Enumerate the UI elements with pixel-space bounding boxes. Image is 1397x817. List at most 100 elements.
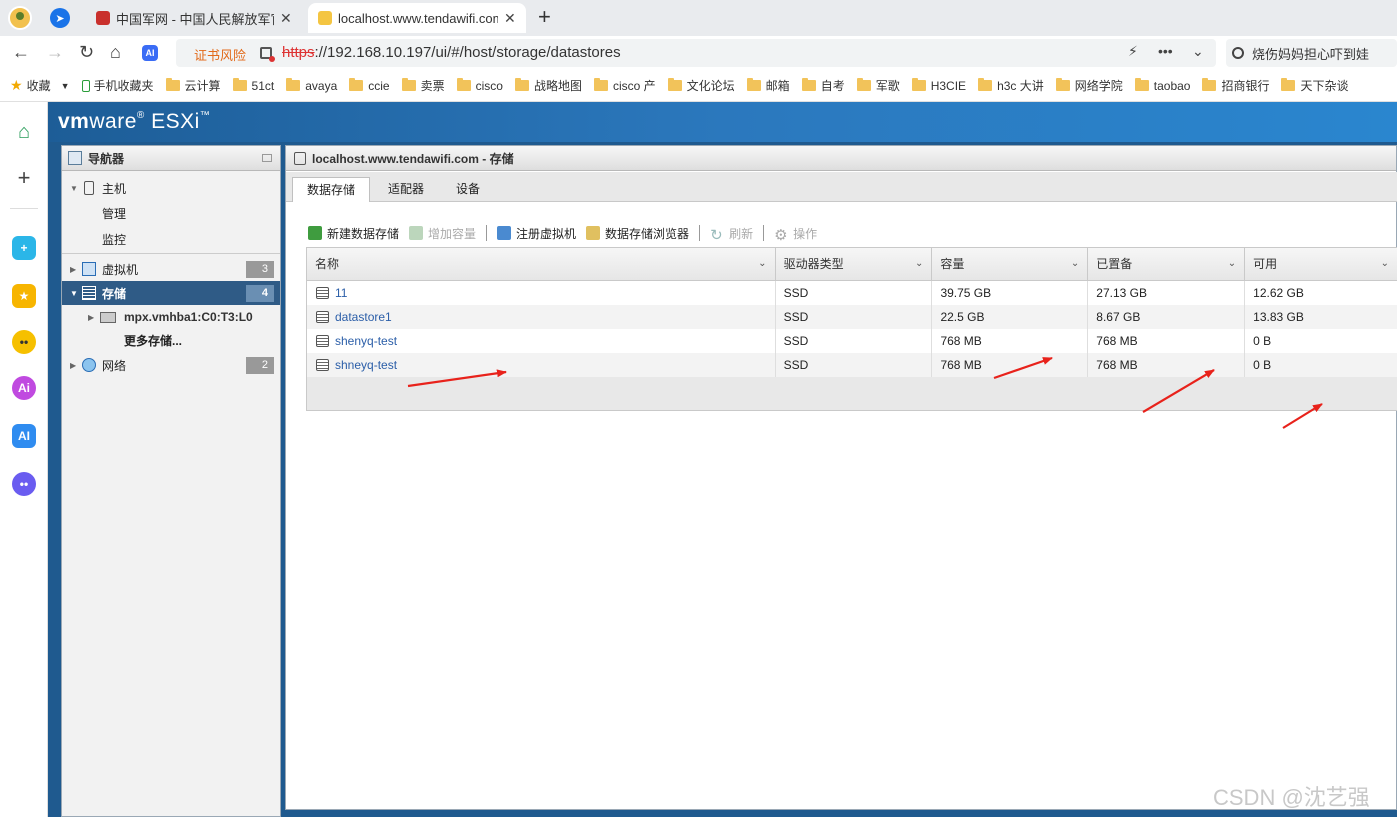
dropdown-icon[interactable]: ▼: [61, 81, 70, 91]
increase-capacity-button[interactable]: 增加容量: [409, 225, 476, 242]
bookmark-folder[interactable]: 云计算: [165, 77, 221, 94]
plus-icon[interactable]: +: [12, 165, 36, 190]
datastore-name[interactable]: 11: [307, 281, 776, 305]
expanded-arrow-icon[interactable]: ▼: [70, 184, 78, 193]
column-header-drive-type[interactable]: 驱动器类型 ⌄: [776, 248, 933, 281]
forward-button[interactable]: →: [46, 42, 64, 63]
chevron-down-icon[interactable]: ⌄: [1381, 248, 1389, 280]
register-vm-button[interactable]: 注册虚拟机: [497, 225, 576, 242]
app-star-icon[interactable]: ★: [12, 284, 36, 308]
main-panel-header: localhost.www.tendawifi.com - 存储: [286, 146, 1396, 171]
url-text[interactable]: https://192.168.10.197/ui/#/host/storage…: [282, 44, 621, 61]
nav-storage[interactable]: ▼ 存储 4: [62, 281, 280, 305]
bookmark-folder[interactable]: H3CIE: [911, 78, 966, 93]
nav-vms[interactable]: ▶ 虚拟机 3: [62, 257, 280, 281]
nav-item-label: 更多存储...: [124, 333, 183, 348]
column-header-name[interactable]: 名称 ⌄: [307, 248, 776, 281]
new-datastore-button[interactable]: 新建数据存储: [308, 225, 399, 242]
chevron-down-icon[interactable]: ⌄: [915, 248, 923, 280]
browser-tab-chinamil[interactable]: 中国军网 - 中国人民解放军官 ✕: [86, 3, 308, 33]
close-tab-icon[interactable]: ✕: [280, 10, 292, 27]
reload-button[interactable]: ↻: [79, 42, 94, 63]
actions-button[interactable]: ⚙ 操作: [774, 225, 817, 245]
search-input[interactable]: 烧伤妈妈担心吓到娃: [1226, 39, 1397, 67]
collapsed-arrow-icon[interactable]: ▶: [70, 265, 76, 274]
table-row[interactable]: 11 SSD 39.75 GB 27.13 GB 12.62 GB: [307, 281, 1397, 305]
home-button[interactable]: ⌂: [110, 42, 121, 63]
new-tab-button[interactable]: +: [538, 4, 551, 30]
user-avatar-icon[interactable]: [8, 6, 32, 30]
new-datastore-icon: [308, 226, 322, 240]
tab-devices[interactable]: 设备: [442, 177, 494, 202]
home-icon[interactable]: ⌂: [12, 120, 36, 144]
bookmark-folder[interactable]: 邮箱: [746, 77, 790, 94]
back-button[interactable]: ←: [12, 42, 30, 63]
bookmark-folder[interactable]: ccie: [349, 78, 390, 93]
bookmark-folder[interactable]: 文化论坛: [667, 77, 735, 94]
table-row[interactable]: shenyq-test SSD 768 MB 768 MB 0 B: [307, 329, 1397, 353]
chevron-down-icon[interactable]: ⌄: [758, 248, 766, 280]
bookmark-folder[interactable]: 天下杂谈: [1281, 77, 1349, 94]
datastore-icon: [316, 287, 329, 299]
bookmark-folder[interactable]: 战略地图: [514, 77, 582, 94]
nav-network[interactable]: ▶ 网络 2: [62, 353, 280, 377]
chevron-down-icon[interactable]: ⌄: [1192, 43, 1204, 60]
bookmark-folder[interactable]: taobao: [1134, 78, 1190, 93]
bookmarks-bar: ★ 收藏 ▼ 手机收藏夹 云计算 51ct avaya ccie 卖票 cisco …: [0, 70, 1397, 102]
collapsed-arrow-icon[interactable]: ▶: [88, 313, 94, 322]
refresh-button[interactable]: ↻ 刷新: [710, 225, 753, 245]
nav-storage-device[interactable]: ▶ mpx.vmhba1:C0:T3:L0: [62, 305, 280, 329]
nav-host-manage[interactable]: 管理: [62, 201, 280, 225]
column-header-provisioned[interactable]: 已置备 ⌄: [1088, 248, 1246, 281]
tab-adapters[interactable]: 适配器: [374, 177, 438, 202]
url-field[interactable]: 证书风险 https://192.168.10.197/ui/#/host/st…: [176, 39, 1216, 67]
nav-host[interactable]: ▼ 主机: [62, 175, 280, 201]
datastore-name[interactable]: datastore1: [307, 305, 776, 329]
bookmark-folder[interactable]: 招商银行: [1202, 77, 1269, 94]
insecure-lock-icon[interactable]: [260, 47, 275, 62]
datastore-name[interactable]: shneyq-test: [307, 353, 776, 377]
table-row[interactable]: shneyq-test SSD 768 MB 768 MB 0 B: [307, 353, 1397, 377]
bookmark-folder[interactable]: 卖票: [401, 77, 445, 94]
bookmark-folder[interactable]: 自考: [801, 77, 845, 94]
app-bot-icon[interactable]: ••: [12, 472, 36, 496]
app-chat-icon[interactable]: ••: [12, 330, 36, 354]
column-label: 容量: [940, 257, 965, 271]
collapsed-arrow-icon[interactable]: ▶: [70, 361, 76, 370]
more-icon[interactable]: •••: [1158, 43, 1173, 59]
column-header-free[interactable]: 可用 ⌄: [1245, 248, 1397, 281]
bookmark-folder[interactable]: 51ct: [232, 78, 274, 93]
datastore-name[interactable]: shenyq-test: [307, 329, 776, 353]
bookmark-folder[interactable]: cisco: [456, 78, 503, 93]
datastore-browser-button[interactable]: 数据存储浏览器: [586, 225, 689, 242]
chevron-down-icon[interactable]: ⌄: [1071, 248, 1079, 280]
bookmark-favorites[interactable]: ★ 收藏 ▼: [10, 77, 70, 94]
close-tab-icon[interactable]: ✕: [504, 10, 516, 27]
bookmark-folder[interactable]: h3c 大讲: [978, 77, 1044, 94]
app-ai-icon[interactable]: Ai: [12, 376, 36, 400]
bolt-icon[interactable]: ⚡: [1128, 43, 1138, 60]
folder-icon: [1055, 78, 1070, 91]
table-row[interactable]: datastore1 SSD 22.5 GB 8.67 GB 13.83 GB: [307, 305, 1397, 329]
bookmark-folder[interactable]: 军歌: [856, 77, 900, 94]
ai-extension-icon[interactable]: AI: [142, 45, 158, 61]
nav-host-monitor[interactable]: 监控: [62, 225, 280, 253]
app-translate-icon[interactable]: +: [12, 236, 36, 260]
tab-datastores[interactable]: 数据存储: [292, 177, 371, 202]
chevron-down-icon[interactable]: ⌄: [1228, 248, 1236, 280]
browser-tab-esxi[interactable]: localhost.www.tendawifi.com ✕: [308, 3, 526, 33]
bookmark-mobile[interactable]: 手机收藏夹: [81, 77, 154, 94]
expanded-arrow-icon[interactable]: ▼: [70, 289, 78, 298]
send-icon[interactable]: ➤: [50, 8, 70, 28]
bookmark-folder[interactable]: avaya: [286, 78, 337, 93]
bookmark-label: 文化论坛: [686, 79, 735, 93]
nav-more-storage[interactable]: 更多存储...: [62, 329, 280, 351]
folder-icon: [978, 78, 993, 91]
bookmark-folder[interactable]: cisco 产: [593, 77, 656, 94]
refresh-icon: ↻: [710, 227, 723, 244]
app-ai-assistant-icon[interactable]: AI: [12, 424, 36, 448]
collapse-panel-icon[interactable]: [262, 154, 272, 162]
bookmark-folder[interactable]: 网络学院: [1055, 77, 1123, 94]
cert-warning[interactable]: 证书风险: [194, 45, 246, 64]
column-header-capacity[interactable]: 容量 ⌄: [932, 248, 1089, 281]
